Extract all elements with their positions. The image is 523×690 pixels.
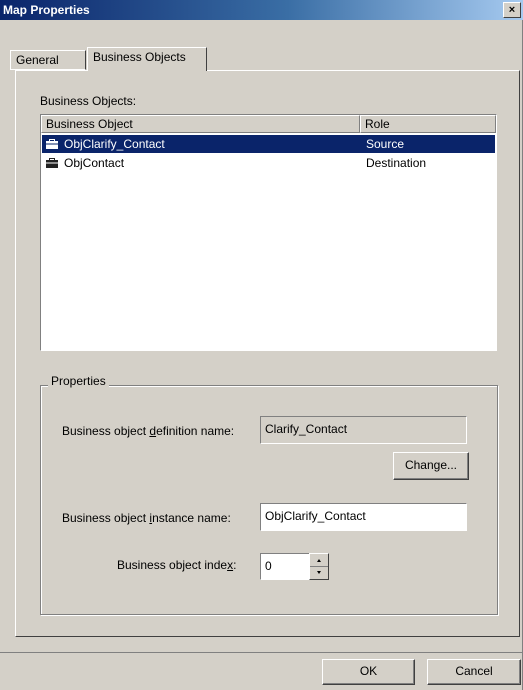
- instance-name-input[interactable]: ObjClarify_Contact: [260, 503, 467, 531]
- object-index-value: 0: [265, 559, 272, 573]
- window-title: Map Properties: [3, 3, 90, 17]
- tab-business-objects[interactable]: Business Objects: [87, 47, 207, 71]
- business-objects-label: Business Objects:: [40, 94, 137, 108]
- business-objects-list[interactable]: Business Object Role ObjClarify_Contact …: [40, 114, 497, 351]
- list-item-role: Source: [366, 137, 405, 151]
- instance-name-label: Business object instance name:: [62, 511, 231, 525]
- instance-name-label-pre: Business object: [62, 511, 150, 525]
- business-object-icon: [46, 158, 58, 168]
- object-index-input[interactable]: 0: [260, 553, 310, 580]
- object-index-label: Business object index:: [117, 558, 236, 572]
- tab-business-objects-label: Business Objects: [93, 50, 186, 64]
- close-icon: ×: [508, 4, 516, 16]
- definition-name-label-pre: Business object: [62, 424, 150, 438]
- column-header-business-object-label: Business Object: [46, 117, 133, 131]
- cancel-button-label: Cancel: [455, 664, 493, 678]
- list-item-name: ObjContact: [64, 156, 125, 170]
- map-properties-dialog: Map Properties × General Business Object…: [0, 0, 523, 690]
- tab-general[interactable]: General: [10, 50, 86, 70]
- footer-separator: [0, 652, 523, 653]
- spin-up-button[interactable]: [310, 554, 328, 567]
- column-header-business-object[interactable]: Business Object: [41, 115, 360, 133]
- list-item[interactable]: ObjClarify_Contact Source: [42, 135, 495, 153]
- arrow-up-icon: [317, 559, 321, 562]
- change-button-label: Change...: [404, 458, 458, 472]
- properties-legend: Properties: [48, 374, 109, 388]
- column-header-role-label: Role: [365, 117, 390, 131]
- cancel-button[interactable]: Cancel: [427, 659, 521, 685]
- object-index-label-pre: Business object inde: [117, 558, 228, 572]
- tab-general-label: General: [16, 53, 59, 67]
- spin-down-button[interactable]: [310, 567, 328, 579]
- instance-name-value: ObjClarify_Contact: [265, 509, 366, 523]
- arrow-down-icon: [317, 571, 321, 574]
- ok-button-label: OK: [359, 664, 378, 678]
- title-bar: Map Properties ×: [0, 0, 523, 20]
- list-item-role: Destination: [366, 156, 427, 170]
- definition-name-label-post: efinition name:: [156, 424, 235, 438]
- definition-name-label: Business object definition name:: [62, 424, 234, 438]
- business-object-icon: [46, 139, 58, 149]
- list-item[interactable]: ObjContact Destination: [42, 154, 495, 172]
- close-button[interactable]: ×: [503, 2, 521, 18]
- change-button[interactable]: Change...: [393, 452, 469, 480]
- definition-name-value: Clarify_Contact: [265, 422, 348, 436]
- column-header-role[interactable]: Role: [360, 115, 496, 133]
- definition-name-field: Clarify_Contact: [260, 416, 467, 444]
- list-item-name: ObjClarify_Contact: [64, 137, 165, 151]
- instance-name-label-post: nstance name:: [152, 511, 231, 525]
- index-spinner[interactable]: [309, 553, 329, 580]
- ok-button[interactable]: OK: [322, 659, 415, 685]
- object-index-label-post: :: [233, 558, 237, 572]
